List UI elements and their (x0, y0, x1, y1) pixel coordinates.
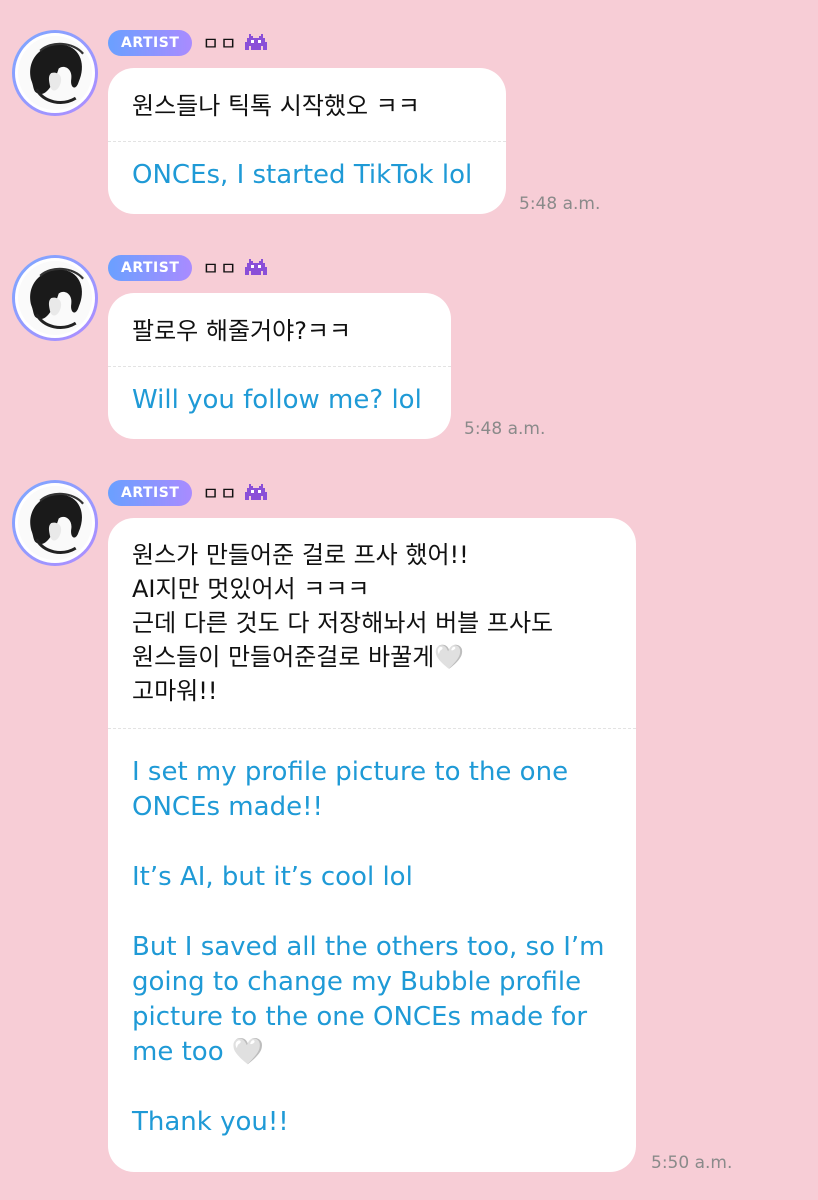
korean-text: 원스가 만들어준 걸로 프사 했어!! AI지만 멋있어서 ㅋㅋㅋ 근데 다른 … (132, 541, 554, 705)
timestamp: 5:50 a.m. (651, 1153, 733, 1173)
artist-badge: ARTIST (108, 30, 193, 56)
english-translation: Will you follow me? lol (132, 385, 422, 415)
timestamp: 5:48 a.m. (519, 194, 601, 214)
avatar[interactable] (12, 30, 98, 116)
avatar[interactable] (12, 480, 98, 566)
profile-sketch-avatar (18, 36, 92, 110)
timestamp: 5:48 a.m. (464, 419, 546, 439)
profile-sketch-avatar (18, 486, 92, 560)
alien-monster-icon (244, 259, 267, 275)
artist-badge: ARTIST (108, 480, 193, 506)
sender-row: ARTIST ㅁㅁ (108, 255, 268, 281)
alien-monster-icon (244, 484, 267, 500)
message-bubble[interactable]: 팔로우 해줄거야?ㅋㅋ Will you follow me? lol (108, 293, 451, 439)
korean-text: 팔로우 해줄거야?ㅋㅋ (132, 317, 352, 345)
sender-row: ARTIST ㅁㅁ (108, 480, 268, 506)
english-translation: ONCEs, I started TikTok lol (132, 160, 473, 190)
profile-sketch-avatar (18, 261, 92, 335)
message-bubble[interactable]: 원스들나 틱톡 시작했오 ㅋㅋ ONCEs, I started TikTok … (108, 68, 506, 214)
sender-name: ㅁㅁ (202, 484, 238, 505)
sender-row: ARTIST ㅁㅁ (108, 30, 268, 56)
alien-monster-icon (244, 34, 267, 50)
sender-name: ㅁㅁ (202, 259, 238, 280)
artist-badge: ARTIST (108, 255, 193, 281)
avatar[interactable] (12, 255, 98, 341)
korean-text: 원스들나 틱톡 시작했오 ㅋㅋ (132, 92, 420, 120)
english-translation: I set my profile picture to the one ONCE… (132, 757, 605, 1137)
sender-name: ㅁㅁ (202, 34, 238, 55)
message-bubble[interactable]: 원스가 만들어준 걸로 프사 했어!! AI지만 멋있어서 ㅋㅋㅋ 근데 다른 … (108, 518, 636, 1172)
